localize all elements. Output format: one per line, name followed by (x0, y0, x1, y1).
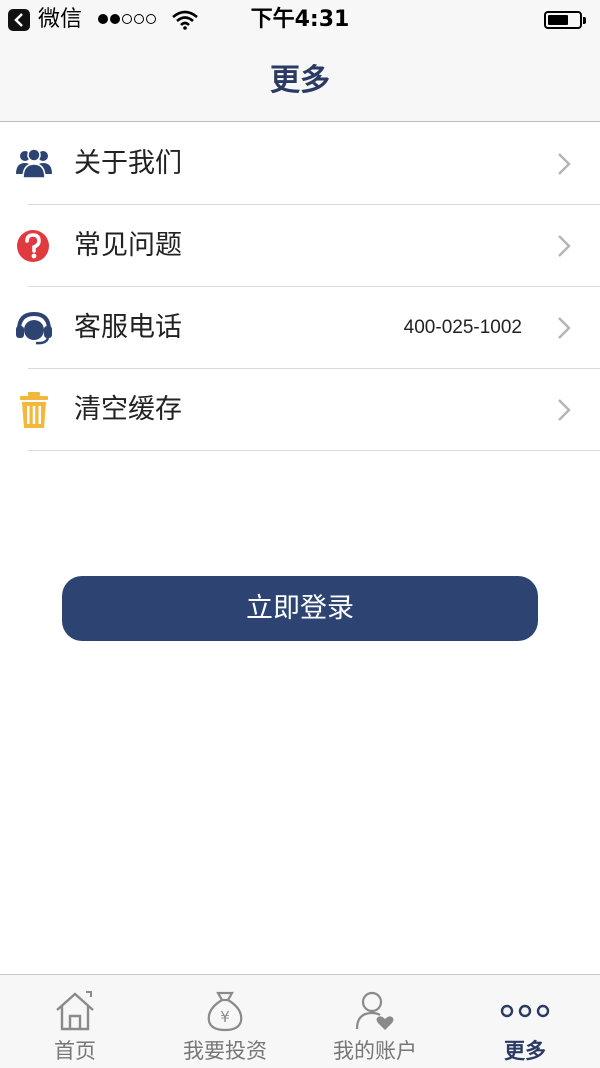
phone-number: 400-025-1002 (403, 317, 522, 338)
chevron-right-icon (556, 234, 572, 258)
tab-label: 更多 (504, 1039, 546, 1063)
home-icon (53, 989, 97, 1037)
tab-invest[interactable]: ¥ 我要投资 (150, 975, 300, 1068)
menu-item-label: 常见问题 (74, 230, 182, 261)
tab-label: 我要投资 (183, 1039, 267, 1063)
page-title: 更多 (270, 63, 330, 98)
user-heart-icon (353, 989, 397, 1037)
headset-icon (14, 308, 54, 348)
trash-icon (14, 390, 54, 430)
chevron-right-icon (556, 398, 572, 422)
status-time: 下午4:31 (250, 7, 350, 32)
tab-account[interactable]: 我的账户 (300, 975, 450, 1068)
menu-item-label: 关于我们 (74, 148, 182, 179)
question-icon (14, 226, 54, 266)
divider (28, 450, 600, 451)
chevron-right-icon (556, 316, 572, 340)
nav-bar: 更多 (0, 40, 600, 122)
more-dots-icon (498, 989, 552, 1037)
tab-bar: 首页 ¥ 我要投资 我的账户 更多 (0, 974, 600, 1068)
app-screen: 微信 下午4:31 更多 关于我们 常见问题 客服电话 400-025-1002… (0, 0, 600, 1068)
login-button[interactable]: 立即登录 (62, 576, 538, 641)
tab-home[interactable]: 首页 (0, 975, 150, 1068)
menu-item-customer-service[interactable]: 客服电话 400-025-1002 (0, 287, 600, 369)
svg-text:¥: ¥ (220, 1008, 230, 1026)
chevron-right-icon (556, 152, 572, 176)
tab-more[interactable]: 更多 (450, 975, 600, 1068)
menu-item-clear-cache[interactable]: 清空缓存 (0, 369, 600, 451)
money-bag-icon: ¥ (203, 989, 247, 1037)
menu-item-label: 客服电话 (74, 312, 182, 343)
status-bar: 微信 下午4:31 (0, 0, 600, 40)
people-icon (14, 144, 54, 184)
menu-item-label: 清空缓存 (74, 394, 182, 425)
menu-item-faq[interactable]: 常见问题 (0, 205, 600, 287)
tab-label: 我的账户 (333, 1039, 417, 1063)
menu-list: 关于我们 常见问题 客服电话 400-025-1002 清空缓存 (0, 123, 600, 451)
menu-item-about-us[interactable]: 关于我们 (0, 123, 600, 205)
battery-icon (544, 11, 586, 29)
tab-label: 首页 (54, 1039, 96, 1063)
